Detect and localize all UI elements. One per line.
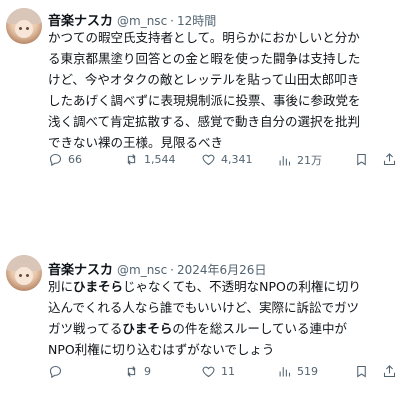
- tweet-2[interactable]: 音楽ナスカ @m_nsc · 2024年6月26日 別にひまそらじゃなくても、不…: [0, 252, 408, 405]
- avatar[interactable]: [6, 8, 42, 44]
- share-icon: [383, 153, 396, 166]
- text-span: ガツ戦ってる: [48, 321, 123, 336]
- views-icon: [279, 367, 291, 377]
- share-icon: [383, 365, 396, 378]
- avatar[interactable]: [6, 255, 42, 291]
- separator-dot: ·: [170, 14, 174, 28]
- like-icon: [202, 154, 215, 166]
- share-button[interactable]: [382, 364, 397, 383]
- reply-count: 66: [68, 153, 82, 166]
- text-span: じゃなくても、不透明なNPOの利権に切り: [123, 279, 361, 294]
- tweet-1[interactable]: 音楽ナスカ @m_nsc · 12時間 かつての暇空氏支持者として。明らかにおか…: [0, 0, 408, 190]
- like-count: 4,341: [221, 153, 253, 166]
- bookmark-icon: [357, 153, 366, 166]
- like-button[interactable]: 4,341: [201, 152, 253, 167]
- tweet-text-line: 込んでくれる人なら誰でもいいけど、実際に訴訟でガツ: [48, 300, 360, 315]
- views-button[interactable]: 519: [277, 364, 318, 379]
- views-button[interactable]: 21万: [277, 152, 322, 168]
- tweet-text: かつての暇空氏支持者として。明らかにおかしいと分か る東京都黒塗り回答との金と暇…: [48, 27, 400, 153]
- tweet-text-line: る東京都黒塗り回答との金と暇を使った闘争は支持した: [48, 51, 361, 66]
- tweet-text-line: 別にひまそらじゃなくても、不透明なNPOの利権に切り: [48, 276, 400, 297]
- separator-dot: ·: [170, 263, 174, 277]
- tweet-text-line: けど、今やオタクの敵とレッテルを貼って山田太郎叩き: [48, 72, 360, 87]
- reply-button[interactable]: [48, 364, 68, 379]
- views-count: 21万: [297, 154, 322, 167]
- action-bar: 9 11 519: [48, 364, 400, 382]
- like-button[interactable]: 11: [201, 364, 235, 379]
- text-span: 別に: [48, 279, 74, 294]
- tweet-text-line: かつての暇空氏支持者として。明らかにおかしいと分か: [48, 30, 360, 45]
- tweet-text: 別にひまそらじゃなくても、不透明なNPOの利権に切り 込んでくれる人なら誰でもい…: [48, 276, 400, 360]
- views-count: 519: [297, 365, 318, 378]
- bookmark-icon: [357, 365, 366, 378]
- bookmark-button[interactable]: [354, 364, 369, 383]
- repost-button[interactable]: 1,544: [124, 152, 176, 167]
- reply-icon: [49, 365, 62, 379]
- share-button[interactable]: [382, 152, 397, 171]
- tweet-text-line: したあげく調べずに表現規制派に投票、事後に参政党を: [48, 93, 361, 108]
- tweet-text-line: ガツ戦ってるひまそらの件を総スルーしている連中が: [48, 318, 400, 339]
- tweet-text-line: 浅く調べて肯定拡散する、感覚で動き自分の選択を批判: [48, 114, 361, 129]
- repost-count: 1,544: [144, 153, 176, 166]
- reply-button[interactable]: 66: [48, 152, 82, 167]
- like-icon: [202, 366, 215, 378]
- user-handle[interactable]: @m_nsc: [117, 263, 167, 277]
- repost-button[interactable]: 9: [124, 364, 151, 379]
- reply-icon: [49, 153, 62, 167]
- bold-text: ひまそら: [122, 321, 173, 336]
- repost-count: 9: [144, 365, 151, 378]
- user-handle[interactable]: @m_nsc: [117, 14, 167, 28]
- like-count: 11: [221, 365, 235, 378]
- tweet-text-line: NPO利権に切り込むはずがないでしょう: [48, 342, 275, 357]
- repost-icon: [127, 154, 136, 165]
- bold-text: ひまそら: [73, 279, 124, 294]
- action-bar: 66 1,544 4,341 21万: [48, 152, 400, 170]
- views-icon: [279, 155, 291, 165]
- bookmark-button[interactable]: [354, 152, 369, 171]
- text-span: の件を総スルーしている連中が: [172, 321, 348, 336]
- tweet-text-line: できない裸の王様。見限るべき: [48, 135, 224, 150]
- repost-icon: [127, 366, 136, 377]
